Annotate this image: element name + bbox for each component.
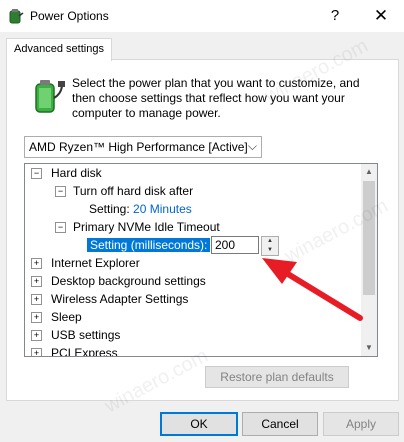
tree-setting-hard-disk[interactable]: Setting: 20 Minutes bbox=[89, 200, 192, 218]
collapse-icon[interactable]: − bbox=[55, 222, 66, 233]
power-plan-dropdown[interactable]: AMD Ryzen™ High Performance [Active] ⌵ bbox=[24, 136, 262, 158]
help-button[interactable]: ? bbox=[318, 0, 352, 32]
settings-tree[interactable]: − Hard disk − Turn off hard disk after S… bbox=[24, 163, 378, 357]
intro-text: Select the power plan that you want to c… bbox=[72, 76, 360, 120]
window-title: Power Options bbox=[30, 9, 109, 23]
expand-icon[interactable]: + bbox=[31, 330, 42, 341]
expand-icon[interactable]: + bbox=[31, 276, 42, 287]
scroll-up-arrow-icon[interactable]: ▲ bbox=[361, 164, 377, 180]
ok-button[interactable]: OK bbox=[160, 412, 238, 436]
nvme-timeout-input[interactable] bbox=[211, 236, 259, 254]
vertical-scrollbar[interactable]: ▲ ▼ bbox=[361, 164, 377, 356]
expand-icon[interactable]: + bbox=[31, 348, 42, 356]
selected-setting-label: Setting (milliseconds): bbox=[87, 238, 211, 252]
spin-up-icon[interactable]: ▲ bbox=[262, 237, 278, 246]
cancel-button[interactable]: Cancel bbox=[242, 412, 318, 436]
title-bar: Power Options ? ✕ bbox=[0, 0, 404, 32]
chevron-down-icon: ⌵ bbox=[247, 139, 257, 153]
collapse-icon[interactable]: − bbox=[31, 168, 42, 179]
battery-plug-icon bbox=[35, 80, 65, 113]
spin-down-icon[interactable]: ▼ bbox=[262, 246, 278, 255]
close-button[interactable]: ✕ bbox=[358, 0, 404, 32]
apply-button[interactable]: Apply bbox=[323, 412, 399, 436]
tree-setting-nvme-ms[interactable]: Setting (milliseconds): bbox=[87, 236, 211, 254]
scroll-down-arrow-icon[interactable]: ▼ bbox=[361, 340, 377, 356]
value-spinner[interactable]: ▲ ▼ bbox=[261, 236, 279, 256]
expand-icon[interactable]: + bbox=[31, 312, 42, 323]
restore-defaults-button[interactable]: Restore plan defaults bbox=[205, 366, 349, 388]
expand-icon[interactable]: + bbox=[31, 294, 42, 305]
power-plan-value: AMD Ryzen™ High Performance [Active] bbox=[29, 140, 248, 154]
tab-advanced-settings[interactable]: Advanced settings bbox=[6, 38, 112, 61]
collapse-icon[interactable]: − bbox=[55, 186, 66, 197]
expand-icon[interactable]: + bbox=[31, 258, 42, 269]
setting-value-link[interactable]: 20 Minutes bbox=[133, 202, 192, 216]
power-options-icon bbox=[9, 9, 24, 24]
